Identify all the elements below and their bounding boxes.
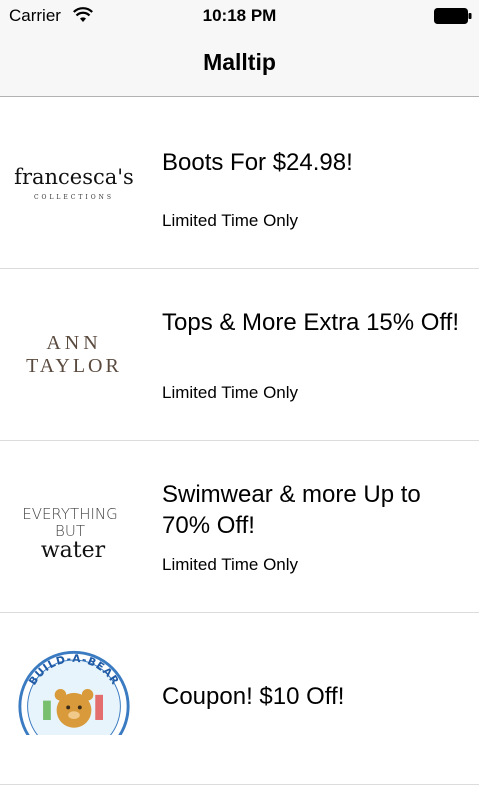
build-a-bear-logo: BUILD-A-BEAR — [18, 650, 130, 735]
deal-title: Coupon! $10 Off! — [162, 683, 345, 710]
status-time: 10:18 PM — [202, 6, 277, 25]
list-item[interactable]: francesca's COLLECTIONS Boots For $24.98… — [0, 97, 479, 269]
list-item[interactable]: BUILD-A-BEAR Coupon! $10 Off! — [0, 613, 479, 785]
deal-subtitle: Limited Time Only — [162, 211, 299, 230]
list-item[interactable]: ANN TAYLOR Tops & More Extra 15% Off! Li… — [0, 269, 479, 441]
deal-subtitle: Limited Time Only — [162, 383, 299, 402]
deal-title: Tops & More Extra 15% Off! — [162, 309, 460, 336]
deals-list[interactable]: francesca's COLLECTIONS Boots For $24.98… — [0, 97, 479, 785]
logo-subtext: COLLECTIONS — [34, 194, 114, 201]
deal-subtitle: Limited Time Only — [162, 555, 299, 574]
deal-title: Boots For $24.98! — [162, 149, 353, 176]
logo-subtext: TAYLOR — [26, 355, 122, 377]
everything-but-water-logo: EVERYTHING BUT water — [22, 505, 118, 563]
battery-icon — [434, 8, 472, 24]
logo-subtext-2: water — [41, 538, 106, 563]
logo-wordmark: EVERYTHING — [22, 505, 118, 523]
list-item[interactable]: EVERYTHING BUT water Swimwear & more Up … — [0, 441, 479, 613]
deal-title: Swimwear & more Up to 70% Off! — [162, 481, 421, 539]
navigation-bar: Malltip — [0, 33, 479, 97]
status-bar: Carrier 10:18 PM — [0, 0, 479, 33]
nav-title: Malltip — [203, 49, 276, 75]
logo-wordmark: francesca's — [14, 165, 134, 189]
ann-taylor-logo: ANN TAYLOR — [26, 332, 122, 377]
logo-wordmark: ANN — [46, 332, 101, 354]
francescas-logo: francesca's COLLECTIONS — [14, 165, 134, 201]
